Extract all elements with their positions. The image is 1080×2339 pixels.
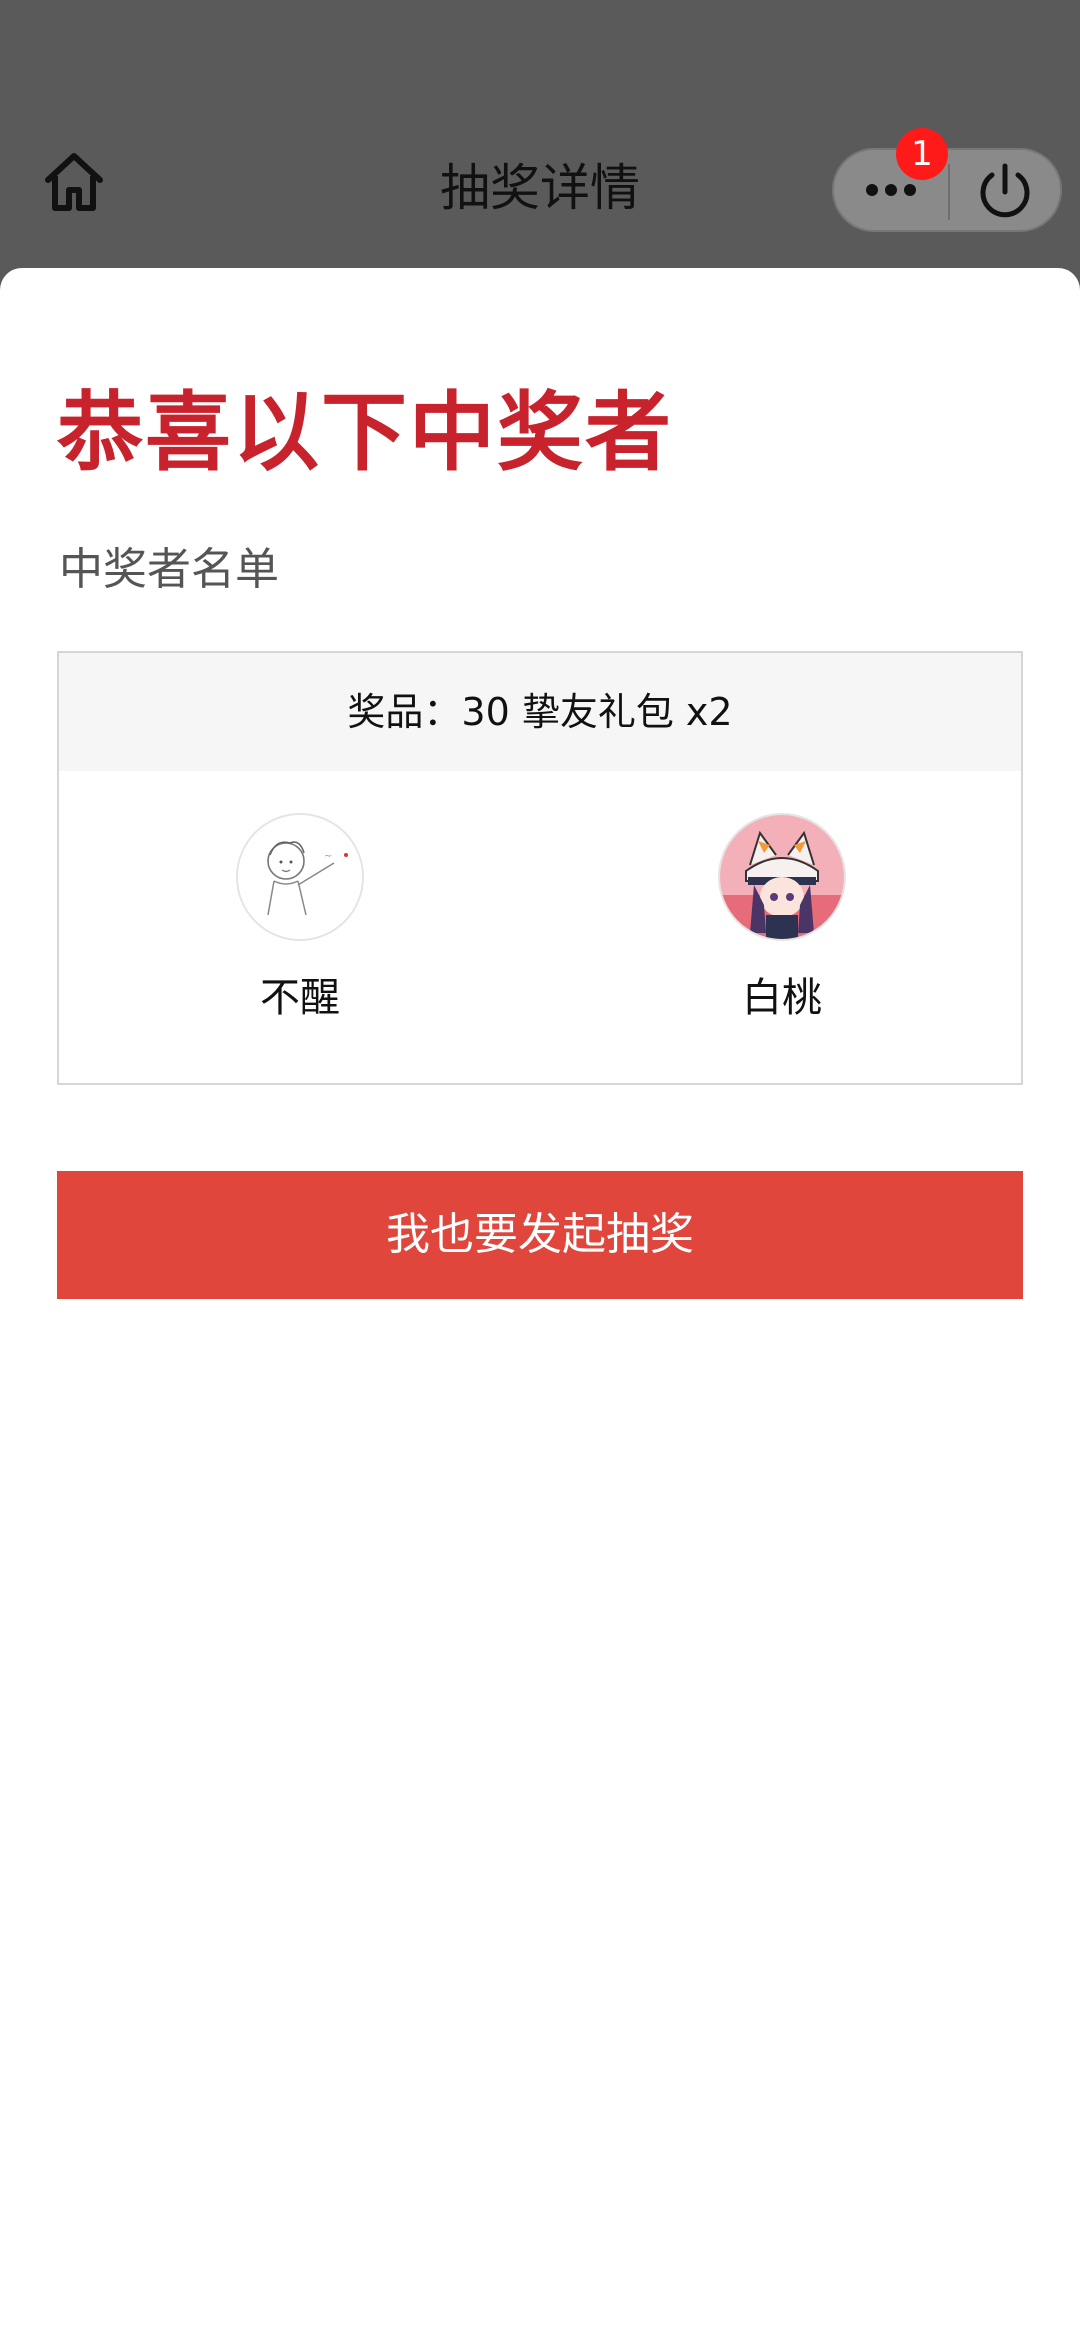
- winner-list-label: 中奖者名单: [59, 544, 279, 595]
- winner-name: 白桃: [742, 975, 822, 1021]
- start-lottery-button[interactable]: 我也要发起抽奖: [57, 1171, 1023, 1299]
- headline: 恭喜以下中奖者: [57, 382, 673, 483]
- anime-cat-hat-avatar-icon: [720, 815, 844, 939]
- notification-badge: 1: [896, 128, 948, 180]
- sketch-boy-avatar-icon: ~: [238, 815, 362, 939]
- winner-name: 不醒: [260, 975, 340, 1021]
- prize-card: 奖品：30 挚友礼包 x2 ~ 不醒 白桃: [57, 651, 1023, 1085]
- avatar: [718, 813, 846, 941]
- navigation-bar: 抽奖详情 1: [0, 0, 1080, 268]
- prize-title: 奖品：30 挚友礼包 x2: [59, 653, 1021, 771]
- winner-item: 白桃: [632, 813, 932, 1025]
- winner-item: ~ 不醒: [150, 813, 450, 1025]
- avatar: ~: [236, 813, 364, 941]
- close-button[interactable]: [950, 150, 1060, 230]
- svg-text:~: ~: [324, 851, 332, 862]
- content-sheet: 恭喜以下中奖者 中奖者名单 奖品：30 挚友礼包 x2 ~ 不醒 白桃 我也要发…: [0, 268, 1080, 2339]
- power-icon: [980, 163, 1030, 218]
